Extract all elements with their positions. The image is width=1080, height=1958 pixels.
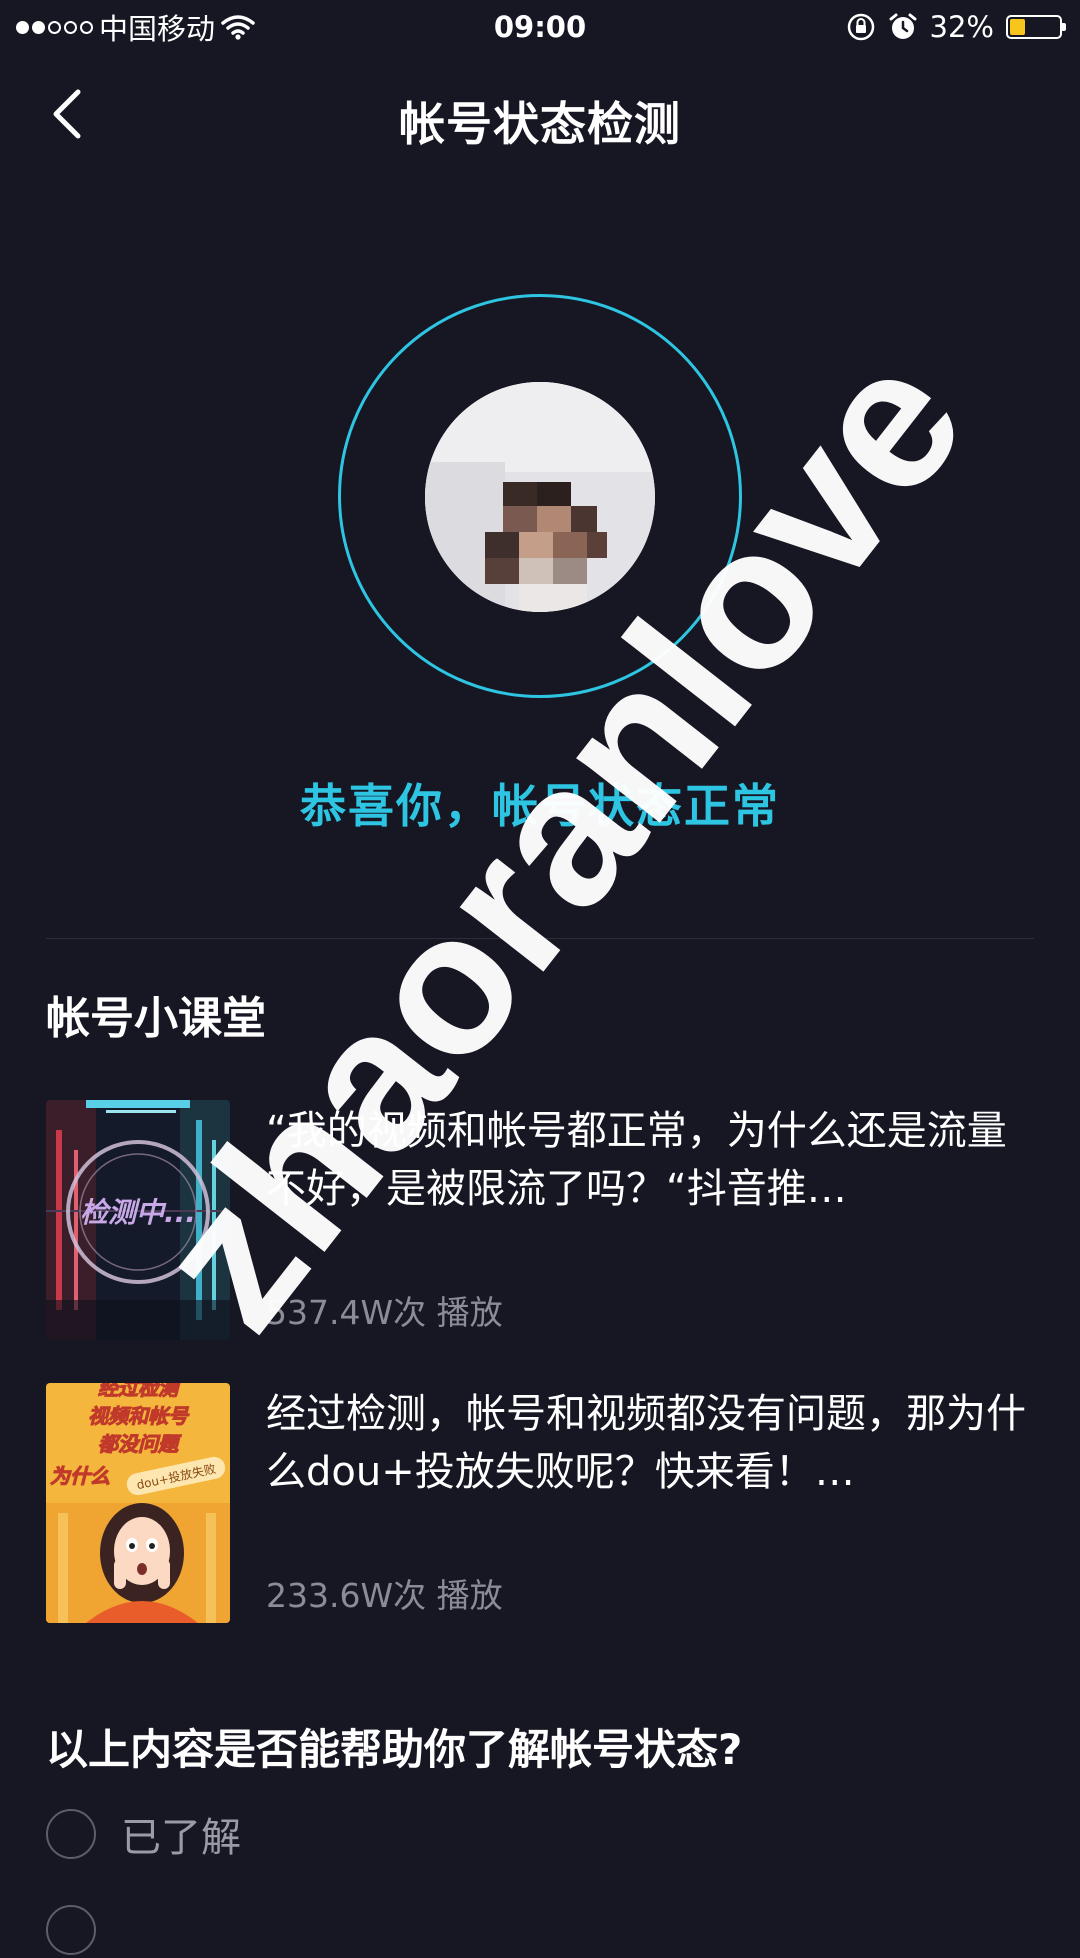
rotation-lock-icon (847, 13, 874, 41)
avatar (425, 382, 655, 612)
course-thumbnail-1: 检测中... (46, 1100, 230, 1340)
divider (46, 938, 1034, 939)
radio-button[interactable] (46, 1905, 96, 1955)
page-title: 帐号状态检测 (399, 97, 681, 151)
course-play-count-1: 537.4W次 播放 (266, 1293, 503, 1332)
course-thumbnail-2-line1: 经过检测 (98, 1383, 182, 1400)
course-thumbnail-2-line4: 为什么 (50, 1464, 110, 1488)
course-card-2[interactable]: 经过检测 视频和帐号 都没问题 为什么 dou+投放失败 经过检测，帐号和视频都… (46, 1383, 1034, 1623)
course-title-1: “我的视频和帐号都正常，为什么还是流量不好，是被限流了吗？“抖音推… (266, 1108, 1007, 1212)
course-title-2: 经过检测，帐号和视频都没有问题，那为什么dou+投放失败呢？快来看！… (266, 1391, 1026, 1495)
course-card-1[interactable]: 检测中... “我的视频和帐号都正常，为什么还是流量不好，是被限流了吗？“抖音推… (46, 1100, 1034, 1340)
feedback-option-next[interactable] (46, 1902, 96, 1958)
battery-icon (1006, 15, 1066, 39)
alarm-icon (889, 13, 917, 39)
feedback-option-label: 已了解 (121, 1815, 241, 1861)
course-thumbnail-2-line3: 都没问题 (98, 1432, 182, 1456)
feedback-option-understood[interactable]: 已了解 (46, 1806, 241, 1862)
course-thumbnail-2: 经过检测 视频和帐号 都没问题 为什么 dou+投放失败 (46, 1383, 230, 1623)
course-play-count-2: 233.6W次 播放 (266, 1576, 503, 1615)
nav-bar: 帐号状态检测 (0, 54, 1080, 178)
radio-button[interactable] (46, 1809, 96, 1859)
course-thumbnail-2-line2: 视频和帐号 (88, 1404, 190, 1428)
status-message: 恭喜你，帐号状态正常 (300, 779, 780, 833)
battery-percent: 32% (929, 10, 994, 44)
status-bar-right: 32% (846, 8, 1066, 46)
section-title: 帐号小课堂 (46, 993, 266, 1044)
feedback-question: 以上内容是否能帮助你了解帐号状态? (46, 1725, 743, 1774)
status-bar: 中国移动 09:00 32% (0, 0, 1080, 54)
course-thumbnail-1-text: 检测中... (80, 1196, 196, 1229)
